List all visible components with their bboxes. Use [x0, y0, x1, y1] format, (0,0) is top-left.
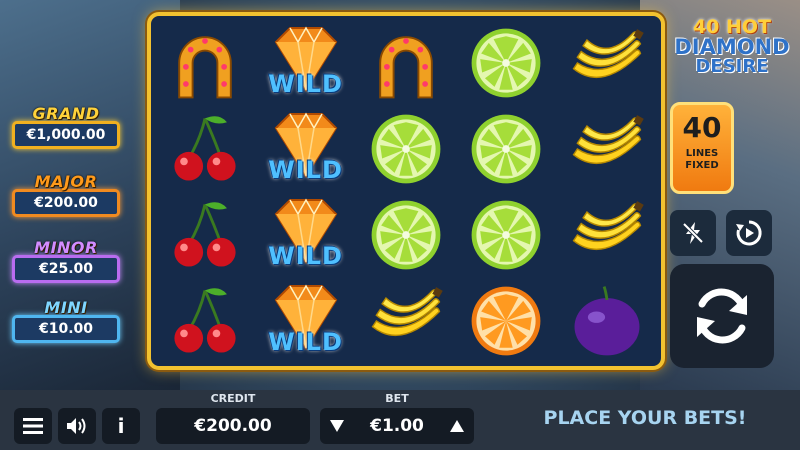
credit-value: €200.00	[156, 408, 310, 444]
jackpot-grand-amount: €1,000.00	[12, 121, 120, 149]
info-button[interactable]: i	[102, 408, 140, 444]
reel-cell-cherries	[155, 192, 255, 278]
sound-button[interactable]	[58, 408, 96, 444]
plum-icon	[574, 286, 640, 356]
hamburger-icon	[23, 418, 43, 434]
jackpot-minor: MINOR €25.00	[6, 238, 126, 283]
bet-increase-button[interactable]	[442, 408, 472, 444]
logo-line2: DIAMOND	[674, 35, 790, 59]
autoplay-button[interactable]	[726, 210, 772, 256]
lines-badge: 40 LINES FIXED	[670, 102, 734, 194]
lime-icon	[471, 114, 541, 184]
lightning-off-icon	[682, 222, 704, 244]
reel-cell-lime	[356, 106, 456, 192]
reel-cell-wild: WILD	[255, 106, 355, 192]
banana-icon	[572, 201, 644, 251]
lime-icon	[471, 200, 541, 270]
banana-icon	[371, 287, 443, 337]
cherries-icon	[174, 202, 236, 267]
reel-cell-lime	[456, 106, 556, 192]
bet-label: BET	[385, 392, 409, 405]
triangle-up-icon	[450, 420, 464, 432]
logo-line3: DESIRE	[695, 56, 769, 77]
game-logo: 40 HOT DIAMOND DESIRE	[666, 18, 798, 76]
horseshoe-icon	[178, 36, 232, 99]
reel-cell-horseshoe	[356, 20, 456, 106]
wild-label: WILD	[268, 328, 343, 356]
reel-cell-cherries	[155, 106, 255, 192]
spin-icon	[697, 288, 747, 344]
jackpot-mini-amount: €10.00	[12, 315, 120, 343]
reel-cell-wild: WILD	[255, 278, 355, 364]
reel-cell-lime	[356, 192, 456, 278]
wild-label: WILD	[268, 70, 343, 98]
bet-decrease-button[interactable]	[322, 408, 352, 444]
lines-fixed-label: FIXED	[685, 160, 719, 171]
reel-cell-horseshoe	[155, 20, 255, 106]
cherries-icon	[174, 288, 236, 353]
wild-label: WILD	[268, 156, 343, 184]
reel-cell-banana	[557, 20, 657, 106]
reel-cell-lime	[456, 192, 556, 278]
jackpot-minor-amount: €25.00	[12, 255, 120, 283]
reel-cell-banana	[356, 278, 456, 364]
spin-button[interactable]	[670, 264, 774, 368]
triangle-down-icon	[330, 420, 344, 432]
jackpot-grand: GRAND €1,000.00	[6, 104, 126, 149]
banana-icon	[572, 115, 644, 165]
jackpot-mini: MINI €10.00	[6, 298, 126, 343]
menu-button[interactable]	[14, 408, 52, 444]
turbo-button[interactable]	[670, 210, 716, 256]
lime-icon	[371, 114, 441, 184]
reel-cell-lime	[456, 20, 556, 106]
lines-label: LINES	[685, 148, 719, 159]
speaker-icon	[67, 418, 86, 434]
orange-icon	[471, 286, 541, 356]
reel-cell-orange	[456, 278, 556, 364]
autoplay-icon	[736, 220, 762, 246]
lime-icon	[471, 28, 541, 98]
jackpot-major-amount: €200.00	[12, 189, 120, 217]
wild-label: WILD	[268, 242, 343, 270]
reel-cell-banana	[557, 106, 657, 192]
status-message: PLACE YOUR BETS!	[543, 407, 747, 429]
banana-icon	[572, 29, 644, 79]
reel-cell-wild: WILD	[255, 20, 355, 106]
lime-icon	[371, 200, 441, 270]
reel-cell-wild: WILD	[255, 192, 355, 278]
reel-grid: WILD WILD WILD WILD	[147, 12, 665, 370]
horseshoe-icon	[379, 36, 433, 99]
reel-cell-plum	[557, 278, 657, 364]
cherries-icon	[174, 116, 236, 181]
credit-label: CREDIT	[210, 392, 256, 405]
jackpot-major: MAJOR €200.00	[6, 172, 126, 217]
reel-cell-cherries	[155, 278, 255, 364]
reel-cell-banana	[557, 192, 657, 278]
info-icon: i	[117, 414, 125, 438]
lines-count: 40	[682, 111, 722, 144]
